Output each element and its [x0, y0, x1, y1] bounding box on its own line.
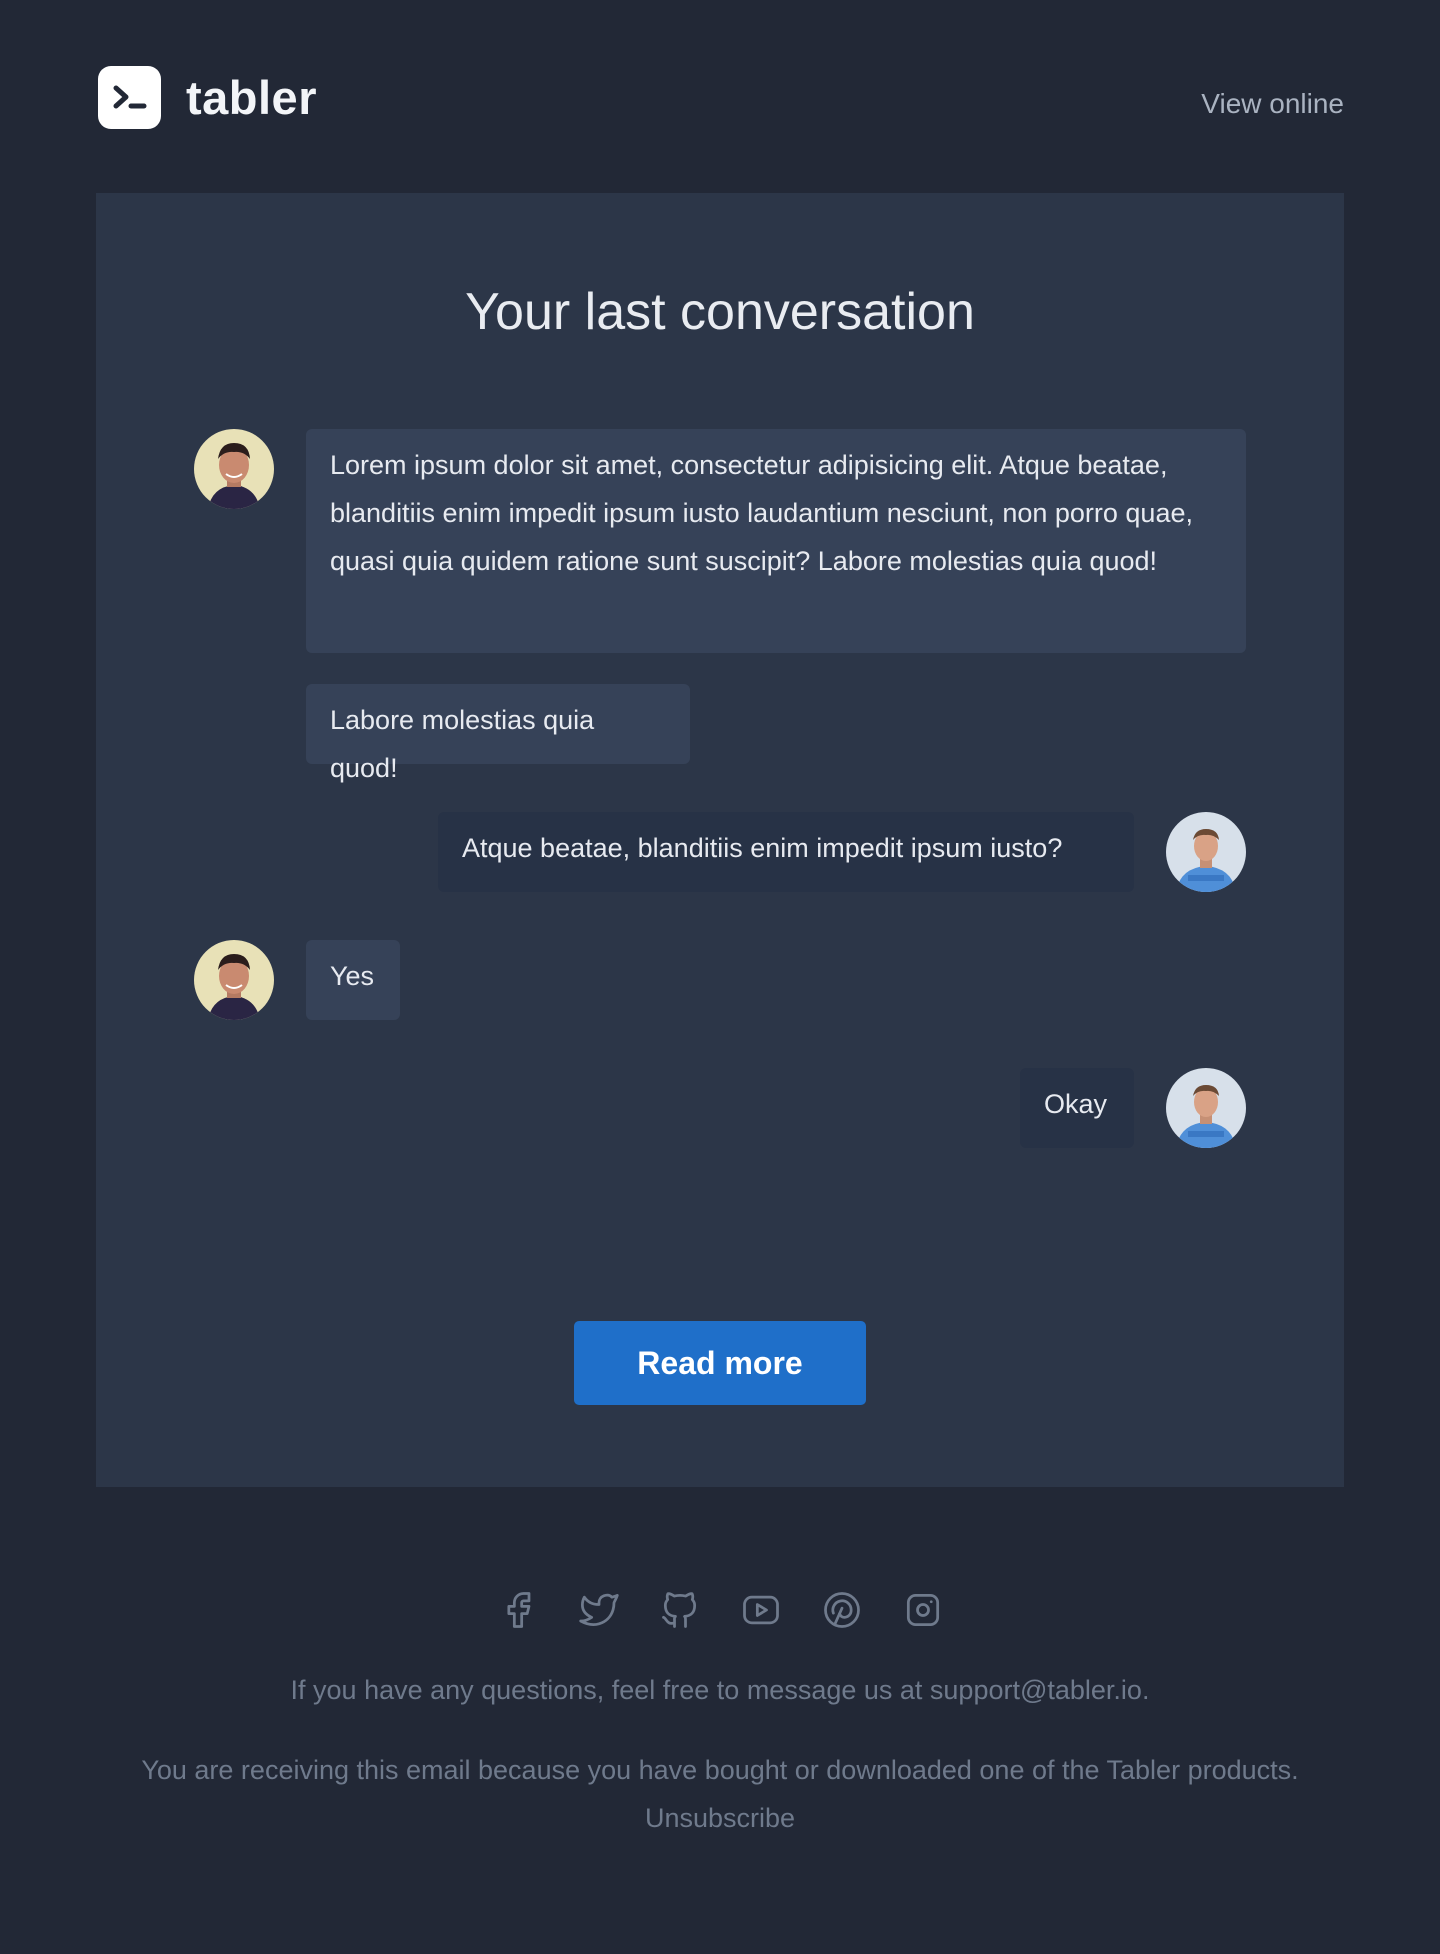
twitter-icon[interactable] [577, 1588, 621, 1632]
reply-bubble: Atque beatae, blanditiis enim impedit ip… [438, 812, 1134, 892]
message-bubble: Labore molestias quia quod! [306, 684, 690, 783]
github-icon[interactable] [658, 1588, 702, 1632]
tabler-logo-icon [98, 66, 161, 129]
view-online-link[interactable]: View online [1201, 88, 1344, 120]
conversation-card: Your last conversation Lorem ipsum dolor… [96, 193, 1344, 1487]
brand-name: tabler [186, 71, 317, 124]
unsubscribe-link[interactable]: Unsubscribe [645, 1803, 795, 1833]
pinterest-icon[interactable] [820, 1588, 864, 1632]
social-links [0, 1588, 1440, 1632]
footer-notice: You are receiving this email because you… [0, 1746, 1440, 1842]
youtube-icon[interactable] [739, 1588, 783, 1632]
message-bubble: Lorem ipsum dolor sit amet, consectetur … [306, 429, 1246, 653]
card-title: Your last conversation [465, 283, 975, 341]
facebook-icon[interactable] [496, 1588, 540, 1632]
recipient-avatar [1166, 812, 1246, 892]
sender-avatar [194, 940, 274, 1020]
sender-avatar [194, 429, 274, 509]
reply-bubble: Okay [1020, 1068, 1134, 1148]
message-bubble: Yes [306, 940, 400, 1020]
brand-logo[interactable]: tabler [98, 66, 317, 129]
read-more-button[interactable]: Read more [574, 1321, 866, 1405]
footer-questions: If you have any questions, feel free to … [290, 1675, 1150, 1705]
instagram-icon[interactable] [901, 1588, 945, 1632]
email-header: tabler View online [96, 64, 1344, 130]
recipient-avatar [1166, 1068, 1246, 1148]
receiving-notice: You are receiving this email because you… [141, 1755, 1299, 1785]
email-page: tabler View online Your last conversatio… [0, 0, 1440, 1954]
